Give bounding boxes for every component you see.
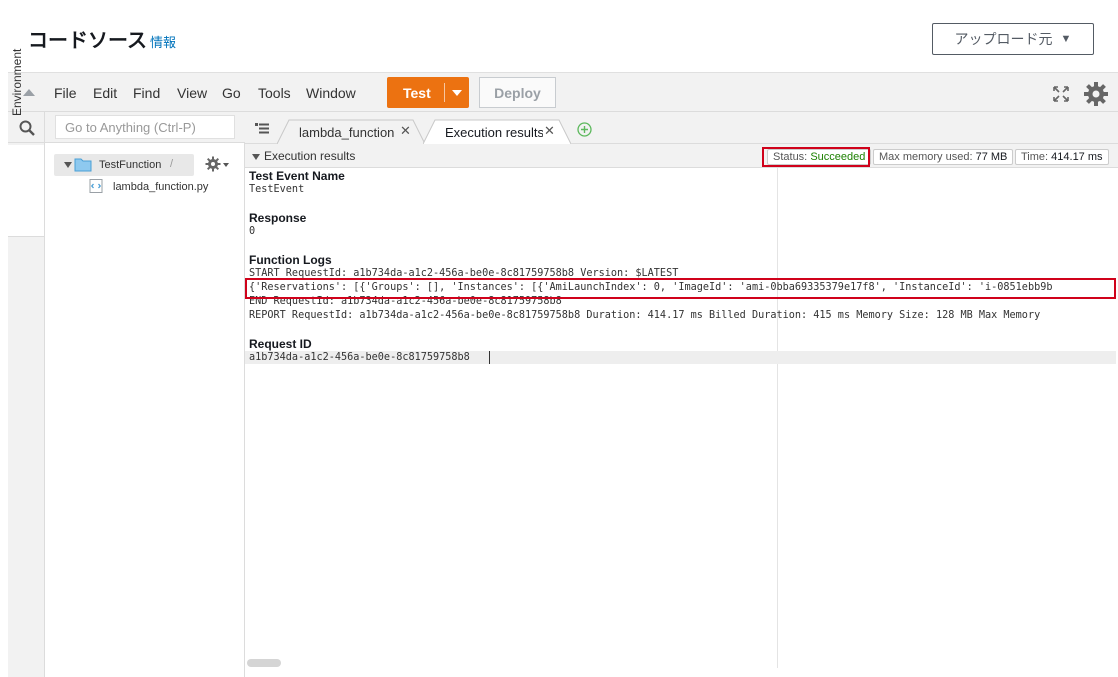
menu-window[interactable]: Window (306, 85, 356, 101)
log-highlight-box (245, 278, 1116, 299)
request-id-title: Request ID (249, 337, 312, 351)
time-badge: Time: 414.17 ms (1015, 149, 1109, 165)
time-label: Time: (1021, 151, 1049, 163)
deploy-button[interactable]: Deploy (479, 77, 556, 108)
test-button-divider (444, 83, 445, 102)
caret-down-icon: ▼ (1060, 33, 1072, 45)
goto-anything-bar (45, 112, 245, 143)
test-dropdown-icon[interactable] (452, 90, 462, 96)
menu-go[interactable]: Go (222, 85, 241, 101)
page-header: コードソース 情報 アップロード元 ▼ (0, 0, 1118, 72)
python-file-icon (89, 179, 103, 193)
goto-anything-input[interactable] (55, 115, 235, 139)
test-button-label: Test (403, 85, 431, 101)
info-link[interactable]: 情報 (150, 32, 176, 51)
response-value: 0 (249, 226, 256, 237)
text-cursor (489, 351, 490, 364)
menu-edit[interactable]: Edit (93, 85, 117, 101)
upload-from-label: アップロード元 (954, 31, 1053, 47)
environment-tab-label: Environment (10, 48, 24, 116)
editor-tab-bar: lambda_function ✕ Execution results ✕ (245, 112, 1118, 144)
tree-root-path: / (170, 158, 174, 170)
search-icon[interactable] (19, 120, 35, 136)
file-tree-panel (45, 112, 245, 677)
close-icon[interactable]: ✕ (544, 123, 555, 139)
search-area (8, 112, 44, 143)
expand-arrow-icon[interactable] (64, 162, 72, 168)
tab-execution-results[interactable]: Execution results ✕ (423, 119, 571, 144)
folder-icon (74, 158, 92, 172)
add-tab-icon[interactable] (577, 122, 592, 137)
menu-find[interactable]: Find (133, 85, 160, 101)
tree-settings-caret-icon[interactable] (223, 163, 229, 167)
memory-label: Max memory used: (879, 151, 973, 163)
time-value: 414.17 ms (1051, 151, 1103, 163)
memory-badge: Max memory used: 77 MB (873, 149, 1014, 165)
side-tab-strip (8, 112, 45, 677)
tab-label: Execution results (445, 125, 543, 140)
response-title: Response (249, 211, 307, 225)
environment-tab[interactable] (8, 145, 44, 237)
tabs-menu-icon[interactable] (255, 123, 269, 135)
settings-gear-icon[interactable] (1083, 81, 1109, 107)
upload-from-button[interactable]: アップロード元 ▼ (932, 23, 1094, 55)
log-line: REPORT RequestId: a1b734da-a1c2-456a-be0… (249, 310, 1041, 321)
collapse-arrow-icon[interactable] (252, 154, 260, 160)
execution-results-body[interactable] (245, 168, 1118, 677)
menu-file[interactable]: File (54, 85, 77, 101)
menu-tools[interactable]: Tools (258, 85, 291, 101)
tab-label: lambda_function (299, 125, 395, 140)
execution-results-header: Execution results Status: Succeeded Max … (245, 144, 1118, 168)
execution-results-title: Execution results (264, 149, 356, 163)
collapse-icon[interactable] (23, 89, 35, 96)
test-event-title: Test Event Name (249, 169, 345, 183)
close-icon[interactable]: ✕ (400, 123, 411, 139)
tab-lambda-function[interactable]: lambda_function ✕ (277, 119, 425, 144)
fullscreen-icon[interactable] (1052, 85, 1070, 103)
request-id-value: a1b734da-a1c2-456a-be0e-8c81759758b8 (249, 352, 470, 363)
memory-value: 77 MB (975, 151, 1008, 163)
print-margin-line (777, 168, 778, 668)
test-event-value: TestEvent (249, 184, 305, 195)
test-button[interactable]: Test (387, 77, 469, 108)
function-logs-title: Function Logs (249, 253, 332, 267)
tree-file-lambda-function[interactable]: lambda_function.py (113, 181, 208, 193)
status-highlight-box (762, 147, 870, 167)
menu-view[interactable]: View (177, 85, 207, 101)
horizontal-scrollbar[interactable] (247, 659, 281, 667)
menu-bar: File Edit Find View Go Tools Window Test… (8, 72, 1118, 112)
page-title: コードソース (28, 30, 147, 52)
tree-root-label: TestFunction (99, 159, 162, 171)
tree-settings-gear-icon[interactable] (205, 156, 221, 172)
tree-root-folder[interactable]: TestFunction / (54, 154, 194, 176)
